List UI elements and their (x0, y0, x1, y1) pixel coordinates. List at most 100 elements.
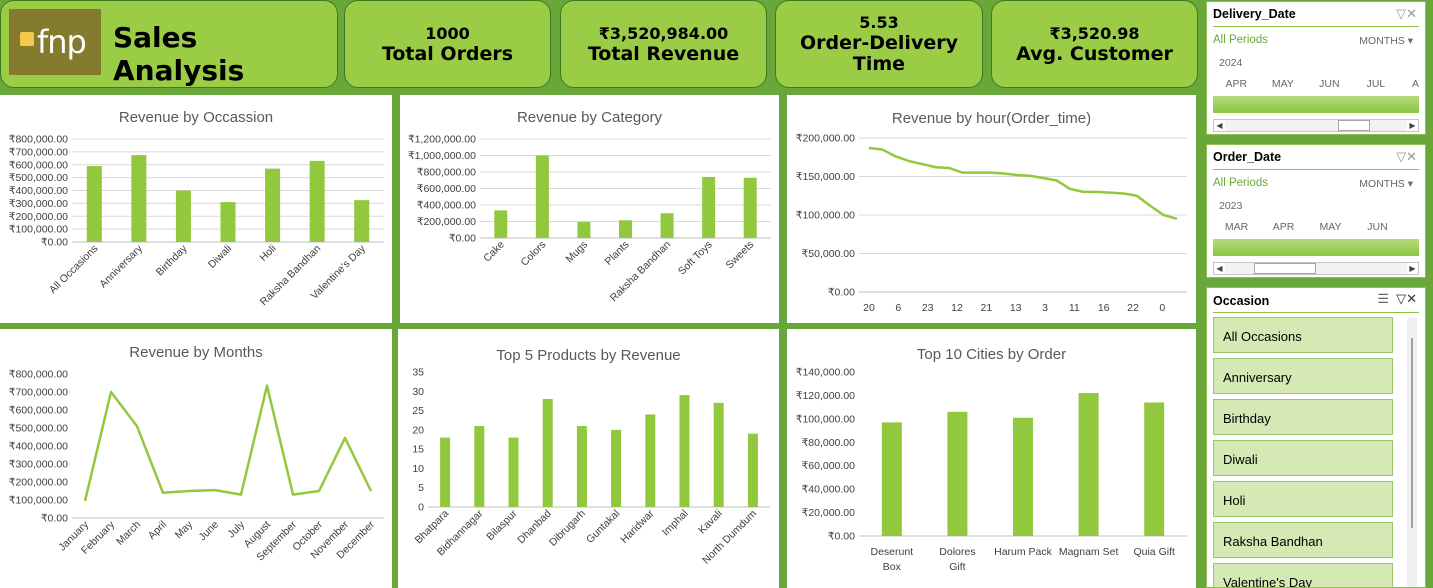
month-label[interactable]: APR (1213, 78, 1260, 90)
month-label[interactable]: MAR (1213, 221, 1260, 233)
all-periods-link[interactable]: All Periods (1213, 34, 1268, 46)
bar (747, 433, 758, 507)
bar (660, 213, 674, 238)
order-date-slicer[interactable]: Order_Date ▽✕ All Periods MONTHS ▾ 2023 … (1206, 144, 1426, 278)
divider (1213, 312, 1419, 313)
x-tick-label: Mugs (563, 239, 590, 266)
time-level-dropdown[interactable]: MONTHS ▾ (1359, 178, 1413, 190)
y-tick-label: ₹0.00 (41, 513, 68, 525)
time-level-label: MONTHS (1359, 35, 1405, 47)
x-tick-label: June (197, 519, 222, 544)
bar (175, 190, 191, 242)
scroll-left-icon[interactable]: ◀ (1214, 120, 1225, 131)
multi-select-icon[interactable]: ☰ (1377, 291, 1389, 307)
bar (474, 426, 485, 507)
all-periods-link[interactable]: All Periods (1213, 177, 1268, 189)
y-tick-label: ₹400,000.00 (9, 441, 68, 453)
y-tick-label: ₹400,000.00 (9, 185, 68, 197)
x-tick-label: Cake (481, 239, 507, 265)
clear-filter-icon[interactable]: ▽✕ (1396, 291, 1417, 307)
bar (619, 220, 632, 238)
slicer-item-raksha-bandhan[interactable]: Raksha Bandhan (1213, 522, 1393, 558)
month-label[interactable]: MAY (1260, 78, 1307, 90)
x-tick-label: 16 (1098, 302, 1110, 314)
kpi-label: Total Orders (381, 42, 514, 65)
y-tick-label: ₹1,000,000.00 (408, 150, 476, 162)
chart-title: Top 10 Cities by Order (917, 346, 1066, 363)
timeline-scrollbar[interactable]: ◀ ▶ (1213, 119, 1419, 132)
month-label[interactable]: JUL (1353, 78, 1400, 90)
slicer-item-birthday[interactable]: Birthday (1213, 399, 1393, 435)
chart-revenue-by-hour: Revenue by hour(Order_time) ₹0.00 ₹50,000.… (787, 95, 1196, 323)
clear-filter-icon[interactable]: ▽✕ (1396, 6, 1417, 22)
series-line (868, 146, 1178, 221)
x-tick-label: Deserunt Box (870, 546, 913, 573)
divider (1213, 169, 1419, 170)
month-label[interactable]: MAY (1307, 221, 1354, 233)
x-tick-label: Soft Toys (676, 239, 715, 278)
timeline-scrollbar[interactable]: ◀ ▶ (1213, 262, 1419, 275)
chart-revenue-by-category: Revenue by Category ₹0.00 ₹200,000.00 ₹400,… (400, 95, 779, 323)
timeline-bar[interactable] (1213, 96, 1419, 113)
bar (440, 437, 451, 507)
slicer-item-all-occasions[interactable]: All Occasions (1213, 317, 1393, 353)
occasion-slicer[interactable]: Occasion ☰ ▽✕ All Occasions Anniversary … (1206, 287, 1426, 588)
y-tick-label: ₹60,000.00 (802, 460, 856, 472)
y-tick-label: ₹100,000.00 (9, 495, 68, 507)
x-tick-label: Haridwar (618, 507, 657, 546)
chart-title: Top 5 Products by Revenue (496, 347, 680, 364)
kpi-value: 1000 (425, 23, 470, 43)
year-label: 2024 (1219, 57, 1243, 69)
chart-svg: Revenue by Months ₹0.00 ₹100,000.00 ₹200,00… (9, 344, 384, 563)
clear-filter-icon[interactable]: ▽✕ (1396, 149, 1417, 165)
y-tick-label: 10 (412, 463, 424, 475)
fnp-logo: fnp (9, 9, 101, 75)
scroll-thumb[interactable] (1254, 263, 1316, 274)
slicer-item-holi[interactable]: Holi (1213, 481, 1393, 517)
x-tick-label: July (225, 518, 247, 540)
slicer-item-valentines-day[interactable]: Valentine's Day (1213, 563, 1393, 587)
bar (1078, 393, 1099, 536)
x-tick-label: Dibrugarh (547, 508, 588, 549)
delivery-date-slicer[interactable]: Delivery_Date ▽✕ All Periods MONTHS ▾ 20… (1206, 1, 1426, 135)
bar (542, 399, 553, 507)
scroll-left-icon[interactable]: ◀ (1214, 263, 1225, 274)
month-label[interactable]: A (1399, 78, 1419, 90)
scroll-thumb[interactable] (1411, 338, 1413, 528)
month-label[interactable]: JUN (1354, 221, 1401, 233)
x-tick-label: Anniversary (97, 242, 145, 290)
chart-title: Revenue by hour(Order_time) (892, 110, 1091, 127)
page-title: Sales Analysis (113, 21, 245, 87)
chevron-down-icon: ▾ (1407, 35, 1413, 47)
x-tick-label: Plants (602, 239, 631, 268)
scroll-thumb[interactable] (1338, 120, 1370, 131)
x-tick-label: May (173, 518, 196, 541)
bar (354, 200, 370, 242)
x-tick-label: Guntakal (584, 508, 622, 546)
y-tick-label: ₹700,000.00 (9, 387, 68, 399)
y-tick-label: ₹100,000.00 (9, 224, 68, 236)
y-tick-label: ₹300,000.00 (9, 198, 68, 210)
time-level-dropdown[interactable]: MONTHS ▾ (1359, 35, 1413, 47)
x-tick-label: All Occasions (47, 243, 100, 296)
chart-revenue-by-occasion: Revenue by Occassion ₹0.00 ₹100,000.00 ₹200… (0, 95, 392, 323)
month-label[interactable]: APR (1260, 221, 1307, 233)
y-tick-label: 5 (418, 482, 424, 494)
y-tick-label: ₹800,000.00 (9, 369, 68, 381)
y-tick-label: 35 (412, 367, 424, 379)
y-tick-label: ₹1,200,000.00 (408, 134, 476, 146)
chart-svg: Top 5 Products by Revenue05101520253035B… (412, 347, 770, 566)
slicer-item-anniversary[interactable]: Anniversary (1213, 358, 1393, 394)
chart-top-cities: Top 10 Cities by Order ₹0.00 ₹20,000.00 ₹40… (787, 329, 1196, 588)
bar (494, 210, 508, 238)
chart-revenue-by-months: Revenue by Months ₹0.00 ₹100,000.00 ₹200,00… (0, 329, 392, 588)
slicer-item-diwali[interactable]: Diwali (1213, 440, 1393, 476)
y-tick-label: ₹120,000.00 (796, 390, 855, 402)
x-tick-label: 12 (951, 302, 963, 314)
scrollbar[interactable] (1407, 318, 1417, 587)
scroll-right-icon[interactable]: ▶ (1407, 263, 1418, 274)
timeline-bar[interactable] (1213, 239, 1419, 256)
x-tick-label: 21 (980, 302, 992, 314)
month-label[interactable]: JUN (1306, 78, 1353, 90)
scroll-right-icon[interactable]: ▶ (1407, 120, 1418, 131)
